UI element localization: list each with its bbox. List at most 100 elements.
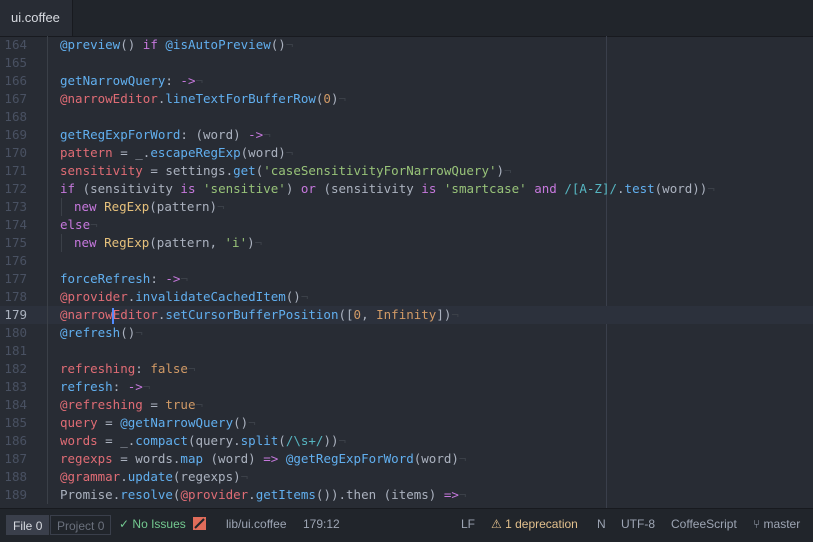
- code-line[interactable]: 168: [0, 108, 813, 126]
- code-token: get: [233, 163, 256, 178]
- code-text: words = _.compact(query.split(/\s+/))¬: [60, 432, 346, 450]
- line-number[interactable]: 188: [0, 468, 27, 486]
- code-token: ()).then (items): [315, 487, 444, 502]
- code-token: .: [248, 487, 256, 502]
- code-line[interactable]: 173 new RegExp(pattern)¬: [0, 198, 813, 216]
- tab-ui-coffee[interactable]: ui.coffee: [0, 0, 73, 36]
- code-token: =: [97, 415, 121, 430]
- code-line[interactable]: 171 sensitivity = settings.get('caseSensi…: [0, 162, 813, 180]
- indent-guide: [47, 306, 48, 324]
- line-number[interactable]: 171: [0, 162, 27, 180]
- cursor-position[interactable]: 179:12: [303, 509, 340, 542]
- linter-file-tab[interactable]: File 0: [6, 515, 50, 535]
- eol-marker: ¬: [285, 37, 294, 52]
- code-token: @preview: [60, 37, 121, 52]
- indent-guide: [47, 180, 48, 198]
- indent-guide: [61, 234, 62, 252]
- linter-project-tab[interactable]: Project 0: [50, 515, 112, 535]
- code-token: words: [60, 433, 98, 448]
- code-token: @provider: [180, 487, 249, 502]
- code-line[interactable]: 178 @provider.invalidateCachedItem()¬: [0, 288, 813, 306]
- code-line[interactable]: 189 Promise.resolve(@provider.getItems())…: [0, 486, 813, 504]
- line-number[interactable]: 164: [0, 36, 27, 54]
- code-text: Promise.resolve(@provider.getItems()).th…: [60, 486, 466, 504]
- code-line[interactable]: 167 @narrowEditor.lineTextForBufferRow(0)…: [0, 90, 813, 108]
- indent-guide: [47, 360, 48, 378]
- code-text: @narrowEditor.lineTextForBufferRow(0)¬: [60, 90, 346, 108]
- code-line[interactable]: 175 new RegExp(pattern, 'i')¬: [0, 234, 813, 252]
- code-token: @refreshing: [60, 397, 143, 412]
- no-issues-indicator[interactable]: ✓ No Issues: [119, 509, 186, 542]
- code-line[interactable]: 185 query = @getNarrowQuery()¬: [0, 414, 813, 432]
- line-number[interactable]: 180: [0, 324, 27, 342]
- line-number[interactable]: 165: [0, 54, 27, 72]
- line-number[interactable]: 182: [0, 360, 27, 378]
- code-token: map: [180, 451, 203, 466]
- file-encoding[interactable]: UTF-8: [621, 509, 655, 542]
- file-path[interactable]: lib/ui.coffee: [226, 509, 287, 542]
- code-line[interactable]: 183 refresh: ->¬: [0, 378, 813, 396]
- code-token: ): [285, 181, 301, 196]
- line-number[interactable]: 185: [0, 414, 27, 432]
- code-line[interactable]: 174 else¬: [0, 216, 813, 234]
- deprecation-indicator[interactable]: ⚠ 1 deprecation: [491, 509, 578, 542]
- code-line[interactable]: 188 @grammar.update(regexps)¬: [0, 468, 813, 486]
- line-number[interactable]: 179: [0, 306, 27, 324]
- line-number[interactable]: 181: [0, 342, 27, 360]
- code-line[interactable]: 176: [0, 252, 813, 270]
- line-number[interactable]: 173: [0, 198, 27, 216]
- code-line[interactable]: 166 getNarrowQuery: ->¬: [0, 72, 813, 90]
- line-number[interactable]: 177: [0, 270, 27, 288]
- line-number[interactable]: 172: [0, 180, 27, 198]
- indent-guide: [47, 450, 48, 468]
- code-line[interactable]: 187 regexps = words.map (word) => @getReg…: [0, 450, 813, 468]
- line-number[interactable]: 167: [0, 90, 27, 108]
- line-number[interactable]: 186: [0, 432, 27, 450]
- eol-marker: ¬: [240, 469, 249, 484]
- code-line[interactable]: 172 if (sensitivity is 'sensitive') or (s…: [0, 180, 813, 198]
- code-token: =: [112, 145, 136, 160]
- linter-toggle-icon[interactable]: [193, 517, 206, 530]
- code-line[interactable]: 182 refreshing: false¬: [0, 360, 813, 378]
- code-line[interactable]: 180 @refresh()¬: [0, 324, 813, 342]
- line-number[interactable]: 168: [0, 108, 27, 126]
- code-line[interactable]: 181: [0, 342, 813, 360]
- code-token: sensitivity: [60, 163, 143, 178]
- code-editor[interactable]: 164 @preview() if @isAutoPreview()¬ 165 166…: [0, 36, 813, 508]
- line-number[interactable]: 169: [0, 126, 27, 144]
- code-line[interactable]: 177 forceRefresh: ->¬: [0, 270, 813, 288]
- code-token: = words.: [112, 451, 181, 466]
- eol-marker: ¬: [142, 379, 151, 394]
- line-number[interactable]: 183: [0, 378, 27, 396]
- line-number[interactable]: 170: [0, 144, 27, 162]
- n-indicator[interactable]: N: [597, 509, 606, 542]
- line-number[interactable]: 178: [0, 288, 27, 306]
- git-branch[interactable]: ⑂ master: [753, 509, 800, 542]
- eol-marker: ¬: [187, 361, 196, 376]
- line-ending[interactable]: LF: [461, 509, 475, 542]
- code-line[interactable]: 186 words = _.compact(query.split(/\s+/))…: [0, 432, 813, 450]
- grammar-selector[interactable]: CoffeeScript: [671, 509, 737, 542]
- code-token: @refresh: [60, 325, 121, 340]
- code-token: pattern: [60, 145, 113, 160]
- code-line[interactable]: 169 getRegExpForWord: (word) ->¬: [0, 126, 813, 144]
- eol-marker: ¬: [707, 181, 715, 196]
- line-number[interactable]: 175: [0, 234, 27, 252]
- code-token: :: [135, 361, 151, 376]
- code-token: getNarrowQuery: [60, 73, 166, 88]
- code-line[interactable]: 184 @refreshing = true¬: [0, 396, 813, 414]
- line-number[interactable]: 189: [0, 486, 27, 504]
- code-line[interactable]: 179 @narrowEditor.setCursorBufferPosition…: [0, 306, 813, 324]
- line-number[interactable]: 187: [0, 450, 27, 468]
- code-token: query: [60, 415, 98, 430]
- line-number[interactable]: 166: [0, 72, 27, 90]
- code-line[interactable]: 164 @preview() if @isAutoPreview()¬: [0, 36, 813, 54]
- line-number[interactable]: 174: [0, 216, 27, 234]
- line-number[interactable]: 184: [0, 396, 27, 414]
- code-line[interactable]: 170 pattern = _.escapeRegExp(word)¬: [0, 144, 813, 162]
- code-line[interactable]: 165: [0, 54, 813, 72]
- warning-icon: ⚠: [491, 517, 502, 531]
- line-number[interactable]: 176: [0, 252, 27, 270]
- code-token: (word)): [654, 181, 708, 196]
